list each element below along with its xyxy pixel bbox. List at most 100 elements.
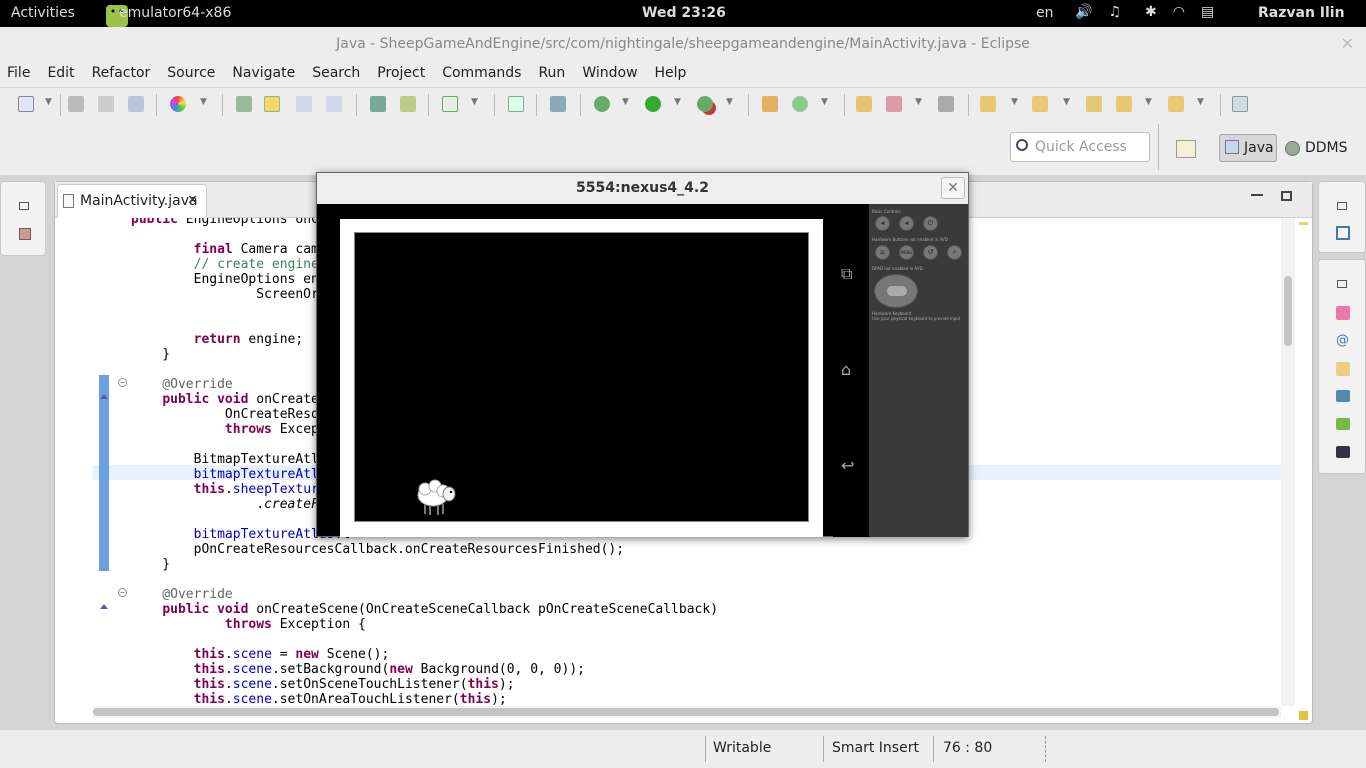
- maximize-icon[interactable]: [1281, 191, 1292, 201]
- toggle-block-icon[interactable]: [296, 96, 312, 112]
- chevron-down-icon[interactable]: ▼: [1197, 97, 1204, 107]
- user-menu[interactable]: Razvan Ilin: [1258, 5, 1345, 21]
- console-icon[interactable]: [1336, 390, 1350, 402]
- new-icon[interactable]: [18, 96, 34, 112]
- highlight-icon[interactable]: [264, 96, 280, 112]
- search-icon[interactable]: ⌕: [947, 245, 962, 260]
- headset-icon[interactable]: ♫: [1108, 4, 1121, 20]
- open-perspective-icon[interactable]: [1176, 140, 1196, 158]
- keyboard-layout-indicator[interactable]: en: [1036, 5, 1054, 21]
- sdk-manager-icon[interactable]: [400, 96, 416, 112]
- new-android-icon[interactable]: [508, 96, 524, 112]
- menu-help[interactable]: Help: [655, 62, 687, 87]
- package-explorer-icon[interactable]: [19, 228, 31, 240]
- overview-ruler[interactable]: [1297, 218, 1311, 720]
- chevron-down-icon[interactable]: ▼: [674, 97, 681, 107]
- power-icon[interactable]: ⏻: [923, 216, 938, 231]
- horizontal-scrollbar[interactable]: [93, 706, 1281, 718]
- restore-icon[interactable]: [1337, 202, 1347, 210]
- chevron-down-icon[interactable]: ▼: [915, 97, 922, 107]
- perspective-ddms[interactable]: DDMS: [1285, 134, 1348, 162]
- volume-down-icon[interactable]: ◂: [875, 216, 890, 231]
- chevron-down-icon[interactable]: ▼: [45, 97, 52, 107]
- perspective-java[interactable]: Java: [1219, 134, 1277, 162]
- home-icon[interactable]: ⌂: [841, 360, 851, 379]
- open-task-icon[interactable]: [938, 96, 954, 112]
- dpad-control[interactable]: [874, 274, 918, 308]
- pin-icon[interactable]: [550, 96, 566, 112]
- task-icon[interactable]: [442, 96, 458, 112]
- recent-apps-icon[interactable]: ⧉: [841, 264, 852, 284]
- home-button-icon[interactable]: ⌂: [875, 245, 890, 260]
- javadoc-icon[interactable]: @: [1336, 334, 1350, 348]
- fold-toggle[interactable]: −: [118, 588, 127, 597]
- restore-icon[interactable]: [1337, 280, 1347, 288]
- quick-access-input[interactable]: Quick Access: [1010, 132, 1150, 162]
- search-tool-icon[interactable]: [886, 96, 902, 112]
- declaration-icon[interactable]: [1336, 362, 1350, 376]
- run-external-icon[interactable]: [697, 96, 713, 112]
- download-icon[interactable]: [370, 96, 386, 112]
- override-marker-icon[interactable]: [100, 604, 108, 609]
- device-screen[interactable]: [354, 232, 809, 522]
- show-whitespace-icon[interactable]: [326, 96, 342, 112]
- debug-icon[interactable]: [594, 96, 610, 112]
- wifi-icon[interactable]: ◠: [1173, 4, 1185, 20]
- chevron-down-icon[interactable]: ▼: [1011, 97, 1018, 107]
- override-marker-icon[interactable]: [100, 394, 108, 399]
- new-package-icon[interactable]: [762, 96, 778, 112]
- logcat-icon[interactable]: [1336, 418, 1350, 430]
- last-edit-icon[interactable]: [1086, 96, 1102, 112]
- save-all-icon[interactable]: [98, 96, 114, 112]
- menu-search[interactable]: Search: [312, 62, 360, 87]
- terminal-icon[interactable]: [1336, 446, 1350, 458]
- chevron-down-icon[interactable]: ▼: [471, 97, 478, 107]
- next-annotation-icon[interactable]: [980, 96, 996, 112]
- back-icon[interactable]: [1116, 96, 1132, 112]
- forward-icon[interactable]: [1168, 96, 1184, 112]
- minimize-icon[interactable]: [1251, 194, 1263, 196]
- fold-toggle[interactable]: −: [118, 378, 127, 387]
- back-button-icon[interactable]: ↺: [923, 245, 938, 260]
- menu-project[interactable]: Project: [377, 62, 425, 87]
- menu-run[interactable]: Run: [538, 62, 565, 87]
- app-menu[interactable]: emulator64-x86: [119, 5, 231, 21]
- chevron-down-icon[interactable]: ▼: [726, 97, 733, 107]
- editor-tab-mainactivity[interactable]: MainActivity.java ✕: [57, 184, 207, 218]
- scrollbar-thumb[interactable]: [93, 708, 1279, 716]
- menu-window[interactable]: Window: [582, 62, 637, 87]
- menu-file[interactable]: File: [7, 62, 30, 87]
- back-icon[interactable]: ↩: [841, 456, 854, 475]
- warning-marker[interactable]: [1299, 222, 1308, 225]
- print-icon[interactable]: [128, 96, 144, 112]
- pin-editor-icon[interactable]: [1232, 96, 1248, 112]
- volume-icon[interactable]: 🔊: [1075, 4, 1092, 20]
- menu-button[interactable]: MENU: [899, 245, 914, 260]
- color-wheel-icon[interactable]: [170, 96, 186, 112]
- previous-annotation-icon[interactable]: [1032, 96, 1048, 112]
- activities-button[interactable]: Activities: [11, 5, 75, 21]
- new-class-icon[interactable]: [792, 96, 808, 112]
- chevron-down-icon[interactable]: ▼: [821, 97, 828, 107]
- chevron-down-icon[interactable]: ▼: [622, 97, 629, 107]
- volume-up-icon[interactable]: ◂: [899, 216, 914, 231]
- chevron-down-icon[interactable]: ▼: [200, 97, 207, 107]
- bluetooth-icon[interactable]: ✱: [1145, 4, 1157, 20]
- open-folder-icon[interactable]: [856, 96, 872, 112]
- menu-commands[interactable]: Commands: [442, 62, 521, 87]
- chevron-down-icon[interactable]: ▼: [1145, 97, 1152, 107]
- clock[interactable]: Wed 23:26: [642, 5, 726, 21]
- close-icon[interactable]: ✕: [1341, 27, 1354, 61]
- dpad-center-button[interactable]: [887, 286, 907, 296]
- vertical-scrollbar[interactable]: [1281, 218, 1295, 706]
- menu-refactor[interactable]: Refactor: [92, 62, 151, 87]
- clipboard-icon[interactable]: ▤: [1201, 4, 1214, 20]
- restore-icon[interactable]: [19, 202, 29, 210]
- close-icon[interactable]: ✕: [187, 185, 198, 217]
- chevron-down-icon[interactable]: ▼: [1063, 97, 1070, 107]
- sheep-sprite[interactable]: [415, 477, 457, 517]
- run-icon[interactable]: [645, 96, 661, 112]
- close-icon[interactable]: ✕: [941, 177, 965, 199]
- problems-icon[interactable]: [1336, 306, 1350, 320]
- open-type-icon[interactable]: [236, 96, 252, 112]
